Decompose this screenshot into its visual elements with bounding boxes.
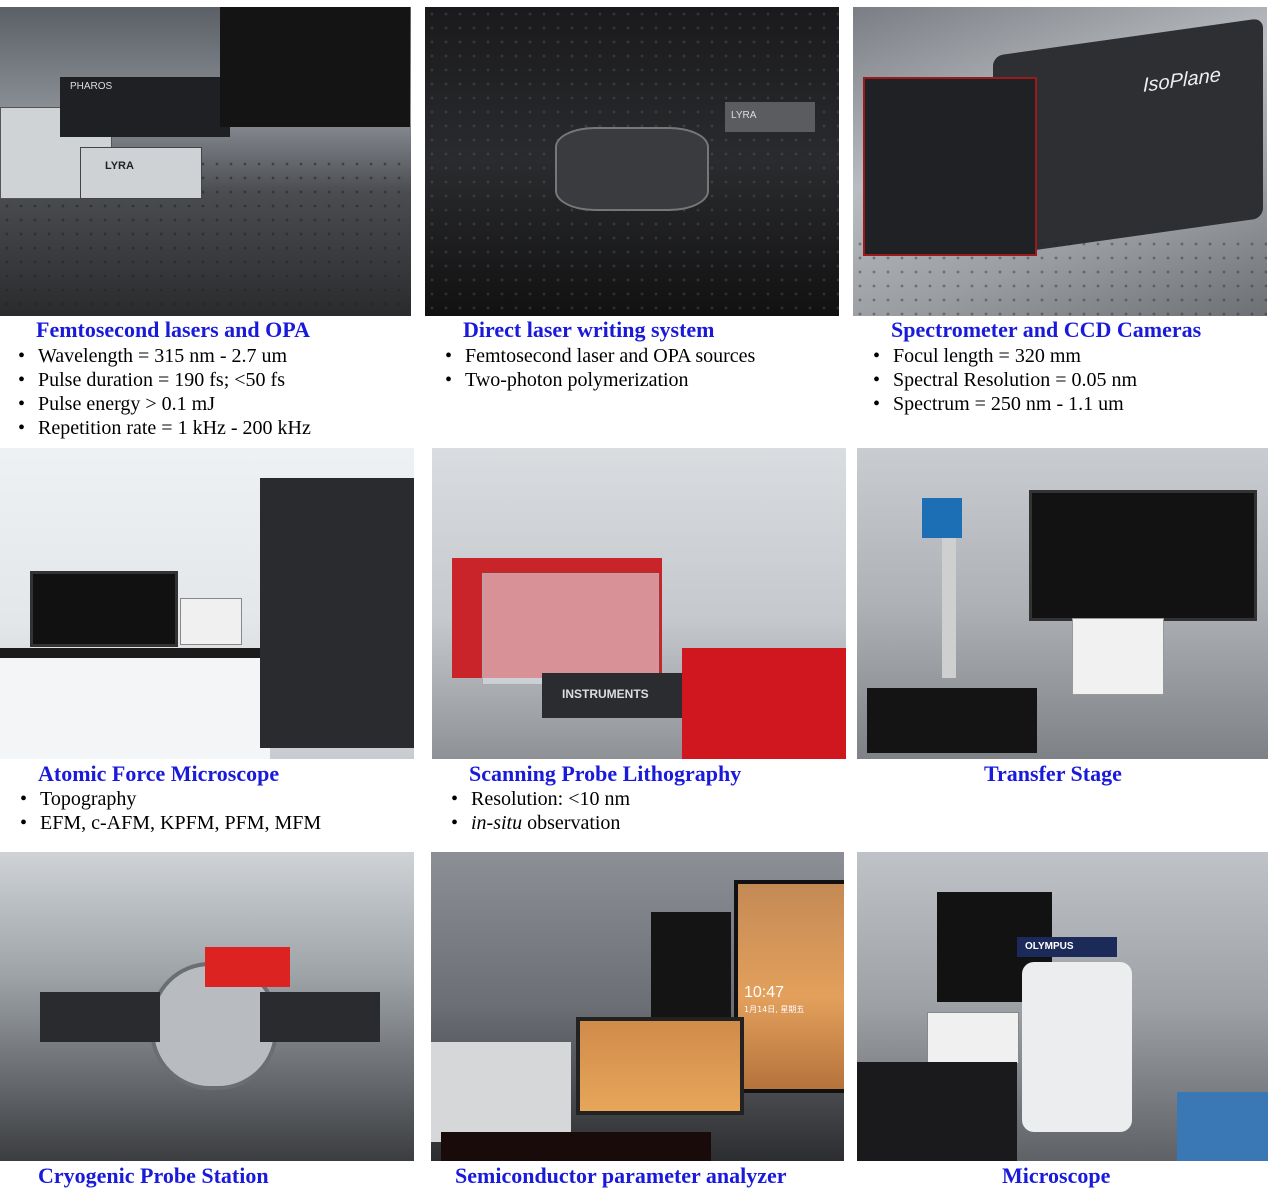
microscope-column — [942, 538, 956, 678]
stage-base — [867, 688, 1037, 753]
title-semiconductor-analyzer: Semiconductor parameter analyzer — [455, 1163, 787, 1188]
clock: 10:47 — [744, 984, 785, 1001]
photo-afm — [0, 448, 414, 759]
monitor: 10:47 1月14日, 星期五 — [734, 880, 844, 1093]
blue-box — [1177, 1092, 1268, 1161]
list-item: Wavelength = 315 nm - 2.7 um — [16, 344, 311, 368]
ccd-camera — [863, 77, 1037, 256]
microscope-body — [1022, 962, 1132, 1132]
controller — [927, 1012, 1019, 1064]
list-item: Femtosecond laser and OPA sources — [443, 344, 755, 368]
breadboard-vertical — [220, 7, 410, 127]
lab-bench — [0, 648, 270, 759]
table-mat — [857, 1062, 1017, 1161]
specs-direct-laser-writing: Femtosecond laser and OPA sources Two-ph… — [443, 344, 755, 392]
led-panel — [441, 1132, 711, 1161]
red-enclosure — [205, 947, 290, 987]
lyra-unit: LYRA — [80, 147, 202, 199]
photo-femtosecond-lasers: PHAROS LYRA — [0, 7, 411, 316]
instruments-label: INSTRUMENTS — [562, 687, 649, 701]
specs-afm: Topography EFM, c-AFM, KPFM, PFM, MFM — [18, 787, 321, 835]
pharos-laser: PHAROS — [60, 77, 230, 137]
spec-text: Resolution: <10 nm — [471, 788, 631, 810]
photo-microscope: OLYMPUS — [857, 852, 1268, 1161]
photo-spl: INSTRUMENTS — [432, 448, 846, 759]
olympus-label: OLYMPUS — [1025, 941, 1074, 952]
title-spl: Scanning Probe Lithography — [469, 761, 742, 786]
granite-base: INSTRUMENTS — [542, 673, 692, 718]
controller — [1072, 618, 1164, 695]
camera — [922, 498, 962, 538]
list-item: EFM, c-AFM, KPFM, PFM, MFM — [18, 811, 321, 835]
afm-enclosure — [260, 478, 414, 748]
list-item: Topography — [18, 787, 321, 811]
pharos-label: PHAROS — [70, 81, 113, 92]
photo-cryogenic-probe — [0, 852, 414, 1161]
sample-stage — [555, 127, 709, 211]
probe-arm — [260, 992, 380, 1042]
analyzer-unit — [431, 1042, 571, 1142]
spec-text: observation — [522, 812, 621, 834]
lyra-label: LYRA — [731, 110, 757, 121]
lyra-module: LYRA — [725, 102, 815, 132]
list-item: in-situ observation — [449, 811, 630, 835]
acrylic-cover — [482, 573, 659, 685]
title-cryogenic-probe: Cryogenic Probe Station — [38, 1163, 269, 1188]
probe-arm — [40, 992, 160, 1042]
title-microscope: Microscope — [1002, 1163, 1111, 1188]
photo-spectrometer: IsoPlane — [853, 7, 1267, 316]
spec-italic: in-situ — [471, 812, 523, 834]
photo-direct-laser-writing: LYRA — [425, 7, 839, 316]
controller — [180, 598, 242, 645]
monitor — [30, 571, 178, 647]
olympus-band: OLYMPUS — [1017, 937, 1117, 957]
list-item: Pulse energy > 0.1 mJ — [16, 392, 311, 416]
specs-spectrometer: Focul length = 320 mm Spectral Resolutio… — [871, 344, 1137, 416]
title-afm: Atomic Force Microscope — [38, 761, 280, 786]
title-spectrometer: Spectrometer and CCD Cameras — [891, 317, 1202, 342]
list-item: Resolution: <10 nm — [449, 787, 630, 811]
date: 1月14日, 星期五 — [744, 1005, 805, 1014]
list-item: Spectral Resolution = 0.05 nm — [871, 368, 1137, 392]
list-item: Two-photon polymerization — [443, 368, 755, 392]
optical-table — [853, 237, 1267, 316]
list-item: Spectrum = 250 nm - 1.1 um — [871, 392, 1137, 416]
list-item: Pulse duration = 190 fs; <50 fs — [16, 368, 311, 392]
lyra-label: LYRA — [105, 160, 134, 172]
analyzer-screen — [576, 1017, 744, 1115]
monitor — [1029, 490, 1257, 621]
isoplane-label: IsoPlane — [1143, 63, 1221, 97]
title-femtosecond-lasers: Femtosecond lasers and OPA — [36, 317, 310, 342]
list-item: Repetition rate = 1 kHz - 200 kHz — [16, 416, 311, 440]
title-transfer-stage: Transfer Stage — [984, 761, 1122, 786]
photo-semiconductor-analyzer: 10:47 1月14日, 星期五 — [431, 852, 844, 1161]
photo-transfer-stage — [857, 448, 1268, 759]
specs-femtosecond-lasers: Wavelength = 315 nm - 2.7 um Pulse durat… — [16, 344, 311, 440]
red-table — [682, 648, 846, 759]
title-direct-laser-writing: Direct laser writing system — [463, 317, 715, 342]
list-item: Focul length = 320 mm — [871, 344, 1137, 368]
specs-spl: Resolution: <10 nm in-situ observation — [449, 787, 630, 835]
